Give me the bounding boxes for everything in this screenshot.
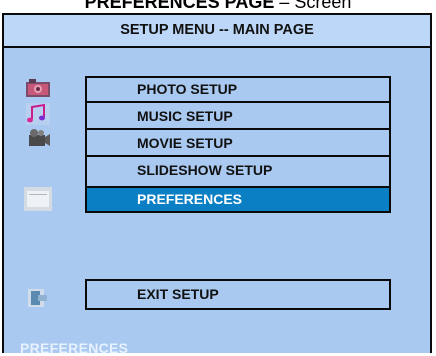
menu-item-label: MOVIE SETUP	[137, 135, 233, 151]
movie-camera-icon	[26, 128, 50, 150]
music-icon	[26, 103, 50, 125]
menu-item-slideshow-setup[interactable]: SLIDESHOW SETUP	[85, 157, 391, 184]
setup-menu-panel: SETUP MENU -- MAIN PAGE PHOTO SETUP MUSI…	[2, 13, 432, 356]
photo-icon	[26, 79, 50, 97]
exit-setup-button[interactable]: EXIT SETUP	[85, 279, 391, 310]
page-title: SETUP MENU -- MAIN PAGE	[4, 15, 430, 48]
menu-item-label: SLIDESHOW SETUP	[137, 162, 273, 178]
menu-item-label: PREFERENCES	[137, 191, 243, 207]
exit-icon	[26, 287, 50, 309]
exit-setup-label: EXIT SETUP	[137, 286, 219, 302]
status-label: PREFERENCES	[20, 340, 129, 356]
slideshow-icon	[24, 187, 52, 211]
menu-item-movie-setup[interactable]: MOVIE SETUP	[85, 130, 391, 157]
menu-item-music-setup[interactable]: MUSIC SETUP	[85, 103, 391, 130]
menu-item-label: MUSIC SETUP	[137, 108, 233, 124]
menu-item-preferences[interactable]: PREFERENCES	[85, 186, 391, 213]
menu-item-photo-setup[interactable]: PHOTO SETUP	[85, 76, 391, 103]
document-caption: PREFERENCES PAGE – Screen	[0, 0, 436, 13]
menu-item-label: PHOTO SETUP	[137, 81, 238, 97]
caption-bold: PREFERENCES PAGE	[84, 0, 275, 12]
caption-normal: – Screen	[274, 0, 352, 12]
